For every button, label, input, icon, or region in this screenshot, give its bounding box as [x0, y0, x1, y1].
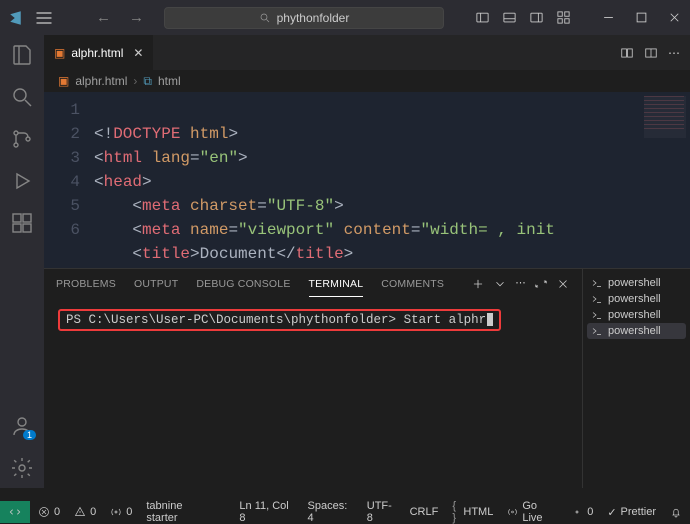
command-center[interactable]: phythonfolder [164, 7, 444, 29]
terminal-list-item[interactable]: powershell [587, 323, 686, 339]
more-tab-actions[interactable]: ⋯ [668, 46, 680, 60]
tab-bar: ▣ alphr.html ✕ ⋯ [44, 35, 690, 70]
search-text: phythonfolder [277, 11, 350, 25]
source-control-icon[interactable] [10, 127, 34, 151]
status-errors[interactable]: 0 [38, 506, 60, 518]
layout-panel-icon[interactable] [502, 10, 517, 25]
terminal-command: Start alphr [396, 313, 486, 327]
status-linecol[interactable]: Ln 11, Col 8 [239, 500, 293, 524]
new-terminal-icon[interactable] [471, 277, 485, 291]
explorer-icon[interactable] [10, 43, 34, 67]
accounts-icon[interactable] [10, 414, 34, 438]
status-language[interactable]: { }HTML [452, 500, 493, 524]
close-window-icon[interactable] [667, 10, 682, 25]
tab-label: alphr.html [71, 46, 123, 60]
terminal-list: powershell powershell powershell powersh… [582, 269, 690, 488]
code-content: <!DOCTYPE html> <html lang="en"> <head> … [94, 92, 690, 268]
compare-icon[interactable] [620, 46, 634, 60]
terminal-list-item[interactable]: powershell [587, 275, 686, 291]
tab-debug-console[interactable]: DEBUG CONSOLE [196, 272, 290, 296]
title-bar: ← → phythonfolder [0, 0, 690, 35]
tab-terminal[interactable]: TERMINAL [309, 272, 364, 297]
search-side-icon[interactable] [10, 85, 34, 109]
vscode-icon [8, 9, 26, 27]
extensions-icon[interactable] [10, 211, 34, 235]
split-icon[interactable] [644, 46, 658, 60]
chevron-right-icon: › [133, 74, 137, 88]
status-bar: 0 0 0 tabnine starter Ln 11, Col 8 Space… [0, 501, 690, 523]
close-panel-icon[interactable] [556, 277, 570, 291]
minimize-icon[interactable] [601, 10, 616, 25]
status-encoding[interactable]: UTF-8 [367, 500, 396, 524]
status-warnings[interactable]: 0 [74, 506, 96, 518]
terminal-prompt: PS C:\Users\User-PC\Documents\phythonfol… [66, 313, 396, 327]
activity-bar [0, 35, 44, 488]
html-file-icon: ▣ [58, 74, 69, 88]
breadcrumb-node: html [158, 74, 181, 88]
run-debug-icon[interactable] [10, 169, 34, 193]
close-tab-icon[interactable]: ✕ [133, 46, 143, 60]
settings-gear-icon[interactable] [10, 456, 34, 480]
more-panel-icon[interactable]: ⋯ [515, 277, 526, 291]
minimap[interactable] [644, 96, 686, 138]
breadcrumb-file: alphr.html [75, 74, 127, 88]
breadcrumb-node-icon: ⧉ [143, 74, 152, 89]
maximize-panel-icon[interactable] [534, 277, 548, 291]
layout-sidebar-left-icon[interactable] [475, 10, 490, 25]
html-file-icon: ▣ [54, 46, 65, 60]
chevron-down-icon[interactable] [493, 277, 507, 291]
terminal-cursor [487, 313, 493, 326]
search-icon [259, 12, 271, 24]
layout-sidebar-right-icon[interactable] [529, 10, 544, 25]
terminal-list-item[interactable]: powershell [587, 291, 686, 307]
status-tabnine[interactable]: tabnine starter [146, 500, 211, 524]
breadcrumb[interactable]: ▣ alphr.html › ⧉ html [44, 70, 690, 92]
customize-layout-icon[interactable] [556, 10, 571, 25]
status-eol[interactable]: CRLF [410, 506, 439, 518]
panel-tabs: PROBLEMS OUTPUT DEBUG CONSOLE TERMINAL C… [44, 269, 582, 299]
status-bell-icon[interactable] [670, 506, 682, 518]
panel: PROBLEMS OUTPUT DEBUG CONSOLE TERMINAL C… [44, 268, 690, 488]
menu-icon[interactable] [34, 8, 54, 28]
tab-comments[interactable]: COMMENTS [381, 272, 444, 296]
tab-output[interactable]: OUTPUT [134, 272, 178, 296]
terminal-list-item[interactable]: powershell [587, 307, 686, 323]
line-gutter: 123456 [44, 92, 94, 268]
terminal-view[interactable]: PS C:\Users\User-PC\Documents\phythonfol… [44, 299, 582, 488]
remote-icon[interactable] [8, 505, 22, 519]
status-golive[interactable]: Go Live [507, 500, 557, 524]
status-radio[interactable]: 0 [110, 506, 132, 518]
tab-problems[interactable]: PROBLEMS [56, 272, 116, 296]
code-editor[interactable]: 123456 <!DOCTYPE html> <html lang="en"> … [44, 92, 690, 268]
nav-forward[interactable]: → [129, 9, 144, 26]
status-port[interactable]: 0 [571, 506, 593, 518]
status-spaces[interactable]: Spaces: 4 [308, 500, 353, 524]
status-prettier[interactable]: ✓Prettier [607, 506, 656, 519]
nav-back[interactable]: ← [96, 9, 111, 26]
editor-tab[interactable]: ▣ alphr.html ✕ [44, 35, 154, 70]
maximize-icon[interactable] [634, 10, 649, 25]
